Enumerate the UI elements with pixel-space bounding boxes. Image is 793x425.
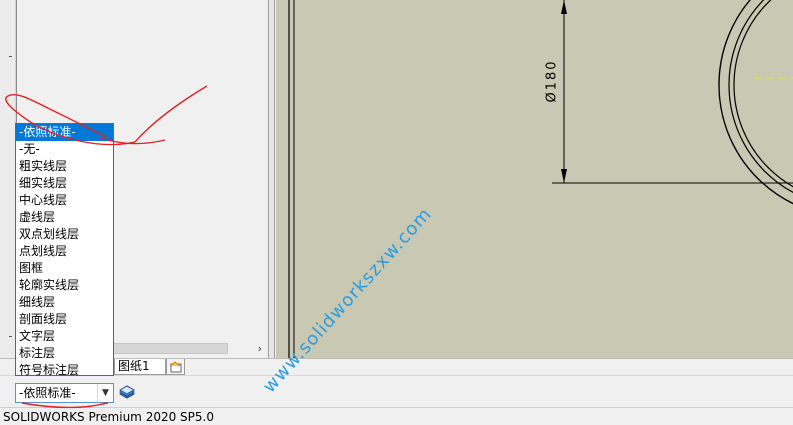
- layer-properties-button[interactable]: [118, 384, 136, 402]
- layer-option[interactable]: -依照标准-: [16, 124, 113, 141]
- status-bar: SOLIDWORKS Premium 2020 SP5.0: [0, 407, 793, 425]
- layer-dropdown-list[interactable]: -依照标准- -无- 粗实线层 细实线层 中心线层 虚线层 双点划线层 点划线层 图框 轮廓实线层…: [15, 123, 114, 379]
- layer-option[interactable]: 粗实线层: [16, 158, 113, 175]
- dimension-text[interactable]: Ø180: [545, 59, 560, 102]
- layer-toolbar: -依照标准- ▼: [0, 375, 793, 407]
- add-sheet-button[interactable]: [166, 359, 185, 375]
- add-sheet-icon: [169, 361, 182, 373]
- layer-option[interactable]: 双点划线层: [16, 226, 113, 243]
- layer-select-value: -依照标准-: [19, 386, 76, 400]
- sheet-tabs-bar: 图纸1: [0, 358, 793, 375]
- ruler-tick: [9, 56, 12, 57]
- ruler-tick: [9, 336, 12, 337]
- status-bar-text: SOLIDWORKS Premium 2020 SP5.0: [3, 410, 214, 424]
- layer-select[interactable]: -依照标准- ▼: [15, 383, 114, 403]
- scroll-right-arrow-icon[interactable]: ›: [258, 341, 262, 356]
- layer-option[interactable]: 细线层: [16, 294, 113, 311]
- layer-option[interactable]: 轮廓实线层: [16, 277, 113, 294]
- layer-option[interactable]: 中心线层: [16, 192, 113, 209]
- tree-guide-line: [16, 0, 17, 125]
- layer-option[interactable]: 文字层: [16, 328, 113, 345]
- layer-option[interactable]: 细实线层: [16, 175, 113, 192]
- layer-option[interactable]: 标注层: [16, 345, 113, 362]
- panel-splitter[interactable]: [268, 0, 275, 358]
- layer-option[interactable]: 剖面线层: [16, 311, 113, 328]
- layer-option[interactable]: -无-: [16, 141, 113, 158]
- layer-option[interactable]: 符号标注层: [16, 362, 113, 379]
- layer-option[interactable]: 虚线层: [16, 209, 113, 226]
- layer-option[interactable]: 图框: [16, 260, 113, 277]
- sheet-tab[interactable]: 图纸1: [114, 359, 166, 375]
- layer-option[interactable]: 点划线层: [16, 243, 113, 260]
- horizontal-scrollbar[interactable]: ›: [113, 341, 268, 356]
- chevron-down-icon[interactable]: ▼: [97, 384, 113, 402]
- scrollbar-thumb[interactable]: [113, 343, 228, 354]
- layer-properties-icon: [118, 385, 136, 399]
- left-ruler-strip: [0, 0, 16, 358]
